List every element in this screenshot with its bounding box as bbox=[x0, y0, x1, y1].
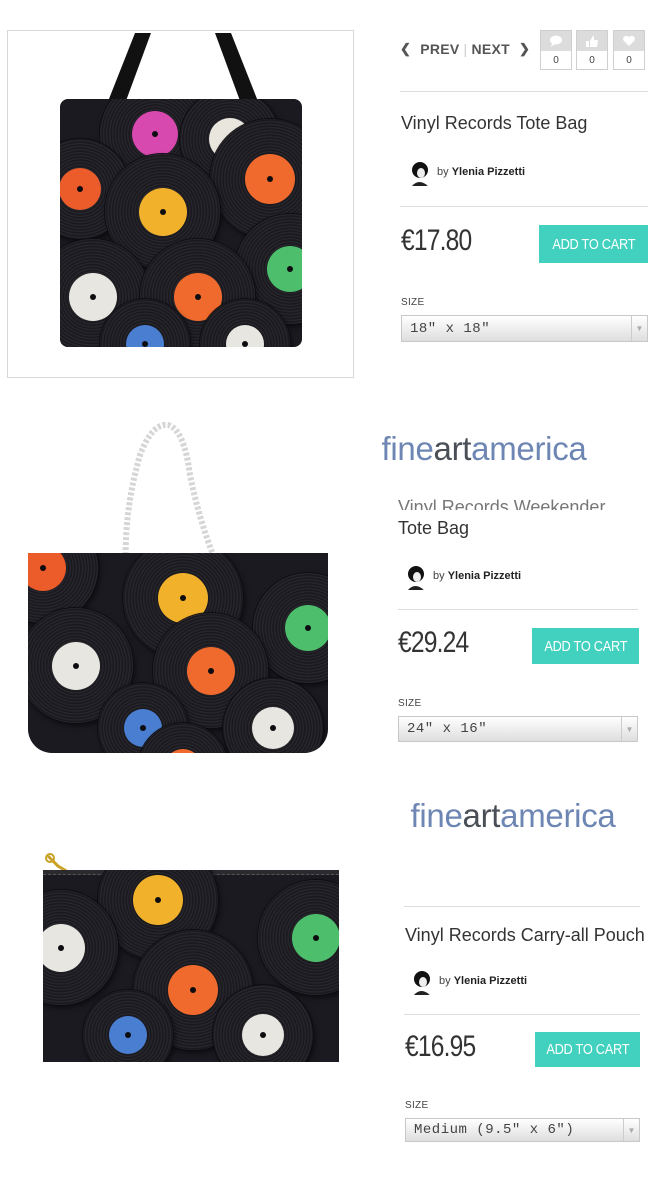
add-to-cart-button[interactable]: ADD TO CART bbox=[535, 1032, 640, 1067]
product-nav: ❮ PREV | NEXT ❯ bbox=[400, 40, 530, 58]
pouch-body bbox=[43, 870, 339, 1062]
avatar[interactable] bbox=[408, 160, 430, 186]
divider bbox=[400, 206, 648, 207]
next-link[interactable]: NEXT bbox=[471, 41, 510, 57]
size-label: SIZE bbox=[405, 1100, 429, 1111]
artist-portrait-icon bbox=[414, 971, 430, 995]
logo-part-america: america bbox=[471, 430, 587, 467]
size-select-value: 18" x 18" bbox=[410, 320, 491, 337]
size-select-value: Medium (9.5" x 6") bbox=[414, 1122, 575, 1138]
divider bbox=[398, 609, 638, 610]
logo-part-art: art bbox=[462, 797, 501, 834]
logo-part-fine: fine bbox=[381, 430, 434, 467]
product-title-line2: Tote Bag bbox=[398, 518, 470, 538]
favorite-button[interactable]: 0 bbox=[613, 30, 645, 70]
divider bbox=[400, 91, 648, 92]
artist-portrait-icon bbox=[408, 566, 424, 590]
artist-link[interactable]: Ylenia Pizzetti bbox=[448, 570, 521, 582]
nav-separator: | bbox=[463, 41, 468, 57]
chevron-right-icon: ❯ bbox=[519, 41, 531, 56]
weekender-bag-body bbox=[28, 553, 328, 753]
divider bbox=[404, 1014, 640, 1015]
artist-byline: by Ylenia Pizzetti bbox=[439, 975, 527, 987]
size-select[interactable]: Medium (9.5" x 6") ▼ bbox=[405, 1118, 640, 1142]
logo-part-america: america bbox=[500, 797, 616, 834]
artist-link[interactable]: Ylenia Pizzetti bbox=[452, 166, 525, 178]
add-to-cart-label: ADD TO CART bbox=[552, 235, 635, 253]
add-to-cart-button[interactable]: ADD TO CART bbox=[532, 628, 639, 664]
fineartamerica-watermark: fine art america bbox=[368, 768, 658, 864]
like-count: 0 bbox=[589, 55, 595, 66]
by-text: by bbox=[437, 166, 449, 178]
size-select[interactable]: 24" x 16" ▼ bbox=[398, 716, 638, 742]
heart-icon bbox=[623, 35, 635, 46]
product-image-tote-bag[interactable] bbox=[7, 30, 354, 378]
product-price: €16.95 bbox=[405, 1030, 476, 1063]
favorite-count: 0 bbox=[626, 55, 632, 66]
like-button[interactable]: 0 bbox=[576, 30, 608, 70]
product-title: Vinyl Records Carry-all Pouch bbox=[405, 925, 645, 945]
prev-link[interactable]: PREV bbox=[420, 41, 459, 57]
thumbs-up-icon bbox=[586, 35, 598, 47]
artist-portrait-icon bbox=[412, 162, 428, 186]
add-to-cart-label: ADD TO CART bbox=[546, 1041, 629, 1058]
comment-icon bbox=[550, 35, 562, 47]
artist-byline: by Ylenia Pizzetti bbox=[437, 166, 525, 178]
comment-button[interactable]: 0 bbox=[540, 30, 572, 70]
size-label: SIZE bbox=[401, 297, 425, 308]
logo-part-fine: fine bbox=[410, 797, 463, 834]
add-to-cart-button[interactable]: ADD TO CART bbox=[539, 225, 648, 263]
comment-count: 0 bbox=[553, 55, 559, 66]
fineartamerica-watermark: fine art america bbox=[328, 400, 640, 498]
product-title: Vinyl Records Tote Bag bbox=[401, 113, 588, 133]
avatar[interactable] bbox=[404, 564, 426, 590]
by-text: by bbox=[439, 975, 451, 987]
logo-part-art: art bbox=[433, 430, 472, 467]
chevron-down-icon: ▼ bbox=[631, 316, 647, 341]
artist-link[interactable]: Ylenia Pizzetti bbox=[454, 975, 527, 987]
product-price: €17.80 bbox=[401, 224, 472, 257]
size-label: SIZE bbox=[398, 698, 422, 709]
tote-bag-body bbox=[60, 99, 302, 347]
size-select-value: 24" x 16" bbox=[407, 721, 488, 737]
avatar[interactable] bbox=[410, 969, 432, 995]
product-price: €29.24 bbox=[398, 626, 469, 659]
divider bbox=[404, 906, 640, 907]
chevron-down-icon: ▼ bbox=[621, 717, 637, 741]
chevron-left-icon: ❮ bbox=[400, 41, 412, 56]
by-text: by bbox=[433, 570, 445, 582]
product-title-line1: Vinyl Records Weekender bbox=[398, 497, 606, 510]
size-select[interactable]: 18" x 18" ▼ bbox=[401, 315, 648, 342]
artist-byline: by Ylenia Pizzetti bbox=[433, 570, 521, 582]
chevron-down-icon: ▼ bbox=[623, 1119, 639, 1141]
add-to-cart-label: ADD TO CART bbox=[544, 637, 627, 655]
